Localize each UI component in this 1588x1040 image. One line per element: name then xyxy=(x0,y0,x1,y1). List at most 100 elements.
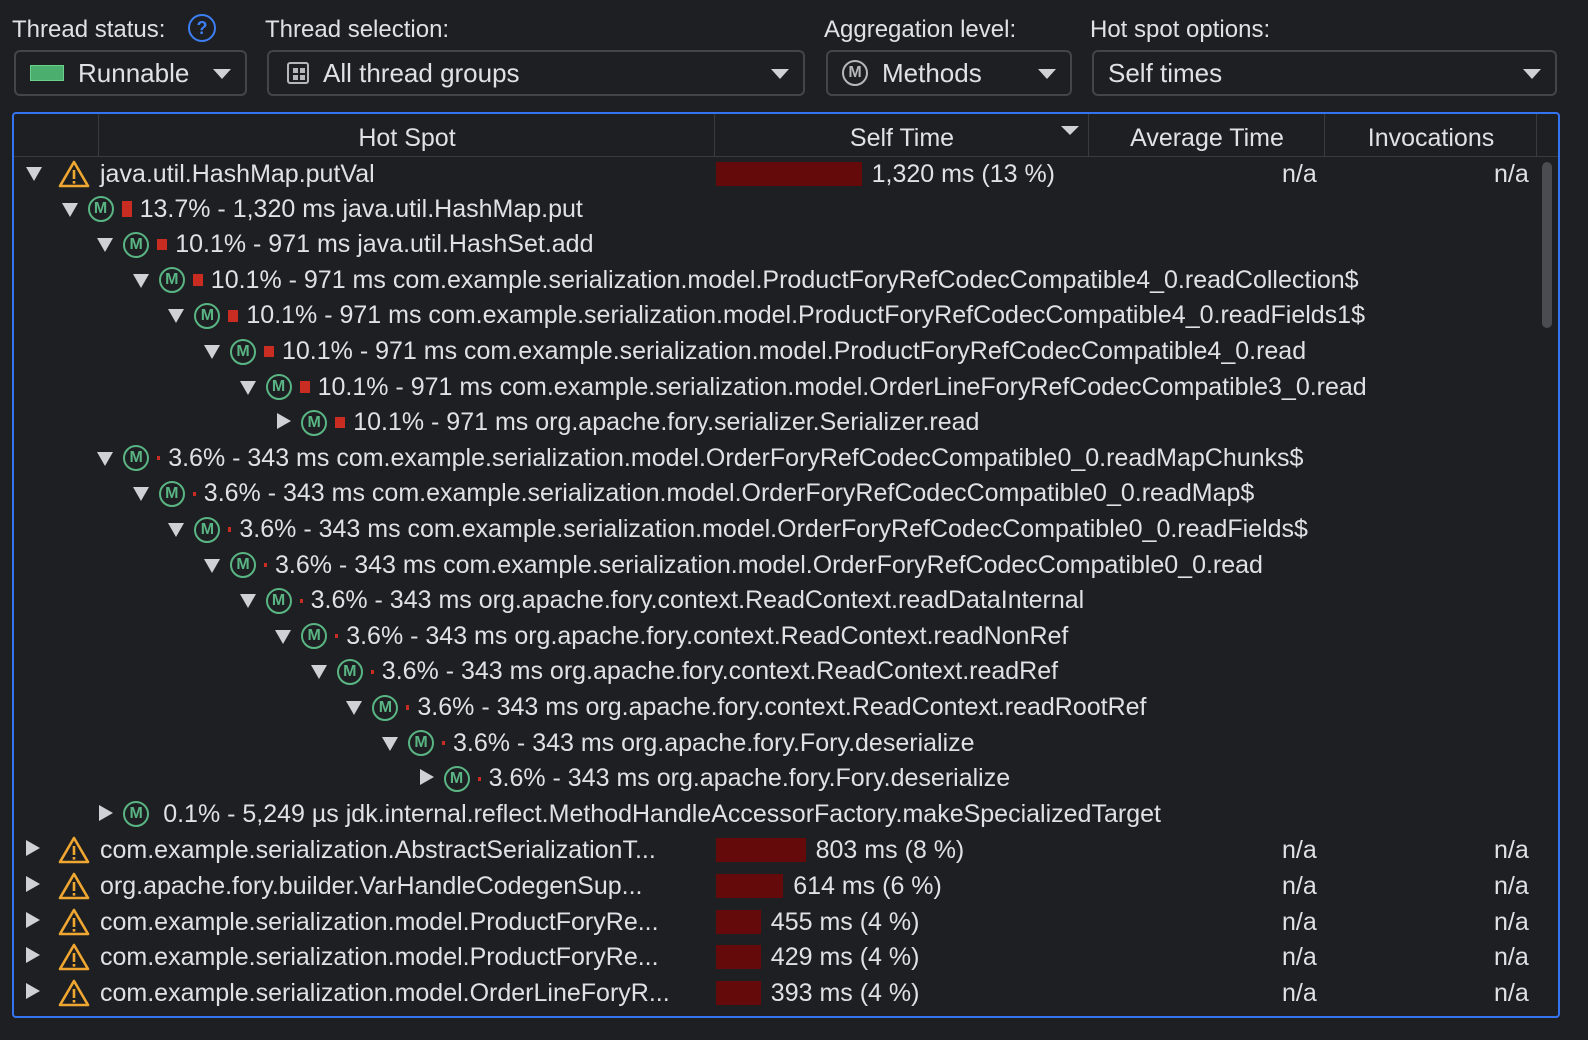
expand-toggle-icon[interactable] xyxy=(419,769,434,786)
method-icon: M xyxy=(408,730,434,757)
column-self-time[interactable]: Self Time xyxy=(714,114,1089,156)
table-row[interactable]: com.example.serialization.AbstractSerial… xyxy=(14,834,1544,869)
collapse-toggle-icon[interactable] xyxy=(61,202,78,217)
percent-bar xyxy=(442,741,445,746)
warning-icon xyxy=(58,943,90,978)
collapse-toggle-icon[interactable] xyxy=(346,701,363,715)
collapse-toggle-icon[interactable] xyxy=(275,629,292,644)
invocations-value: n/a xyxy=(1494,943,1529,972)
hot-spot-name: com.example.serialization.model.OrderLin… xyxy=(100,978,670,1007)
tree-node-label: 3.6% - 343 ms org.apache.fory.context.Re… xyxy=(381,657,1059,686)
tree-node: M 10.1% - 971 ms com.example.serializatio… xyxy=(194,301,1365,330)
tree-node: M 3.6% - 343 ms com.example.serialization… xyxy=(230,551,1263,580)
collapse-toggle-icon[interactable] xyxy=(132,273,149,288)
method-icon: M xyxy=(265,374,292,401)
tree-node-label: 3.6% - 343 ms com.example.serialization.… xyxy=(168,443,1304,472)
tree-node: M 3.6% - 343 ms org.apache.fory.context.R… xyxy=(372,693,1147,722)
tree-row[interactable]: M 3.6% - 343 ms com.example.serialization… xyxy=(14,443,1544,478)
expand-toggle-icon[interactable] xyxy=(26,840,40,857)
tree-node-label: 3.6% - 343 ms org.apache.fory.Fory.deser… xyxy=(488,764,1011,793)
table-row[interactable]: java.util.HashMap.putVal 1,320 ms (13 %) n… xyxy=(14,158,1544,193)
self-time-value: 429 ms (4 %) xyxy=(770,943,920,972)
hotspot-options-dropdown[interactable]: Self times xyxy=(1092,50,1557,96)
vertical-scrollbar[interactable] xyxy=(1542,162,1552,328)
invocations-value: n/a xyxy=(1494,907,1529,936)
warning-icon xyxy=(58,160,90,195)
tree-row[interactable]: M 10.1% - 971 ms com.example.serializatio… xyxy=(14,372,1544,407)
self-time-value: 803 ms (8 %) xyxy=(815,836,965,865)
tree-row[interactable]: M 13.7% - 1,320 ms java.util.HashMap.put xyxy=(14,194,1544,229)
tree-row[interactable]: M 3.6% - 343 ms org.apache.fory.Fory.dese… xyxy=(14,728,1544,763)
percent-bar xyxy=(228,527,232,532)
expand-toggle-icon[interactable] xyxy=(26,982,40,999)
collapse-toggle-icon[interactable] xyxy=(132,487,149,502)
column-hot-spot[interactable]: Hot Spot xyxy=(98,114,715,156)
thread-status-value: Runnable xyxy=(78,57,190,88)
table-row[interactable]: com.example.serialization.model.ProductF… xyxy=(14,941,1544,976)
column-average-time[interactable]: Average Time xyxy=(1088,114,1325,156)
sort-descending-icon xyxy=(1061,126,1079,135)
thread-selection-dropdown[interactable]: All thread groups xyxy=(267,50,805,96)
collapse-toggle-icon[interactable] xyxy=(382,736,398,751)
column-invocations[interactable]: Invocations xyxy=(1324,114,1537,156)
thread-groups-icon xyxy=(287,62,309,84)
tree-node: M 10.1% - 971 ms org.apache.fory.serializ… xyxy=(301,408,979,437)
collapse-toggle-icon[interactable] xyxy=(168,309,185,324)
tree-row[interactable]: M 3.6% - 343 ms com.example.serialization… xyxy=(14,550,1544,585)
self-time-value: 455 ms (4 %) xyxy=(770,907,920,936)
help-icon[interactable]: ? xyxy=(188,14,216,42)
warning-icon xyxy=(58,872,90,907)
table-row[interactable]: com.example.serialization.model.ProductF… xyxy=(14,906,1544,941)
collapse-toggle-icon[interactable] xyxy=(239,594,256,609)
hotspot-options-label: Hot spot options: xyxy=(1090,16,1271,43)
tree-row[interactable]: M 3.6% - 343 ms org.apache.fory.context.R… xyxy=(14,656,1544,691)
tree-node-label: 3.6% - 343 ms com.example.serialization.… xyxy=(239,515,1308,543)
collapse-toggle-icon[interactable] xyxy=(97,238,114,253)
collapse-toggle-icon[interactable] xyxy=(26,167,42,181)
tree-row[interactable]: M 0.1% - 5,249 µs jdk.internal.reflect.Me… xyxy=(14,799,1544,834)
tree-node: M 3.6% - 343 ms com.example.serialization… xyxy=(123,444,1303,473)
table-row[interactable]: org.apache.fory.builder.VarHandleCodegen… xyxy=(14,870,1544,905)
method-icon: M xyxy=(158,267,185,294)
thread-status-label: Thread status: xyxy=(12,16,166,43)
expand-toggle-icon[interactable] xyxy=(26,911,40,928)
tree-row[interactable]: M 3.6% - 343 ms org.apache.fory.context.R… xyxy=(14,621,1544,656)
tree-row[interactable]: M 3.6% - 343 ms org.apache.fory.context.R… xyxy=(14,692,1544,727)
expand-toggle-icon[interactable] xyxy=(26,876,40,892)
percent-bar xyxy=(477,776,481,781)
chevron-down-icon xyxy=(1523,69,1541,79)
collapse-toggle-icon[interactable] xyxy=(97,451,114,466)
tree-row[interactable]: M 10.1% - 971 ms java.util.HashSet.add xyxy=(14,229,1544,264)
thread-status-dropdown[interactable]: Runnable xyxy=(14,50,247,96)
tree-node-label: 3.6% - 343 ms org.apache.fory.context.Re… xyxy=(346,621,1069,650)
percent-bar xyxy=(157,456,161,461)
collapse-toggle-icon[interactable] xyxy=(204,345,220,359)
tree-row[interactable]: M 3.6% - 343 ms com.example.serialization… xyxy=(14,514,1544,549)
tree-node: M 10.1% - 971 ms com.example.serializatio… xyxy=(265,373,1367,402)
expand-toggle-icon[interactable] xyxy=(26,947,40,964)
expand-toggle-icon[interactable] xyxy=(277,413,292,430)
collapse-toggle-icon[interactable] xyxy=(168,523,185,537)
aggregation-dropdown[interactable]: M Methods xyxy=(826,50,1072,96)
tree-row[interactable]: M 10.1% - 971 ms com.example.serializatio… xyxy=(14,336,1544,371)
collapse-toggle-icon[interactable] xyxy=(239,380,256,395)
collapse-toggle-icon[interactable] xyxy=(310,665,327,680)
tree-node-label: 10.1% - 971 ms org.apache.fory.serialize… xyxy=(353,408,980,437)
column-filler xyxy=(1536,114,1558,156)
hotspot-table[interactable]: Hot Spot Self Time Average Time Invocati… xyxy=(12,112,1560,1018)
tree-row[interactable]: M 10.1% - 971 ms com.example.serializatio… xyxy=(14,265,1544,300)
collapse-toggle-icon[interactable] xyxy=(204,558,220,573)
tree-node: M 13.7% - 1,320 ms java.util.HashMap.put xyxy=(87,195,583,224)
tree-node: M 3.6% - 343 ms com.example.serialization… xyxy=(158,479,1254,508)
tree-row[interactable]: M 10.1% - 971 ms com.example.serializatio… xyxy=(14,300,1544,335)
tree-row[interactable]: M 3.6% - 343 ms org.apache.fory.context.R… xyxy=(14,585,1544,620)
percent-bar xyxy=(192,491,196,496)
tree-row[interactable]: M 10.1% - 971 ms org.apache.fory.serializ… xyxy=(14,407,1544,442)
tree-row[interactable]: M 3.6% - 343 ms org.apache.fory.Fory.dese… xyxy=(14,763,1544,798)
self-time-value: 614 ms (6 %) xyxy=(793,872,942,900)
tree-row[interactable]: M 3.6% - 343 ms com.example.serialization… xyxy=(14,478,1544,513)
table-row[interactable]: com.example.serialization.model.OrderLin… xyxy=(14,977,1544,1012)
tree-node-label: 0.1% - 5,249 µs jdk.internal.reflect.Met… xyxy=(163,799,1161,828)
percent-bar xyxy=(299,598,303,603)
expand-toggle-icon[interactable] xyxy=(99,804,114,821)
